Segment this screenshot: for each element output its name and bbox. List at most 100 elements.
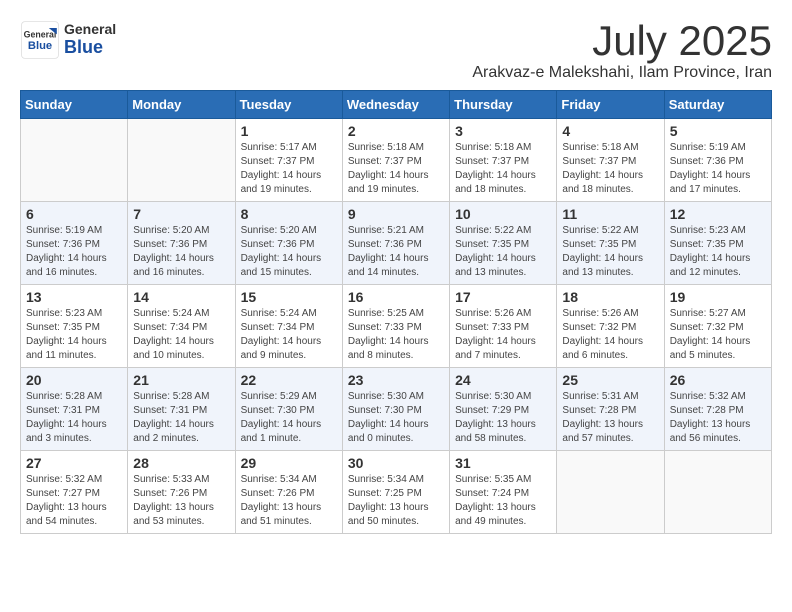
calendar-cell: 11Sunrise: 5:22 AM Sunset: 7:35 PM Dayli… <box>557 202 664 285</box>
day-info: Sunrise: 5:26 AM Sunset: 7:32 PM Dayligh… <box>562 307 658 363</box>
day-number: 8 <box>241 206 337 222</box>
calendar-cell: 10Sunrise: 5:22 AM Sunset: 7:35 PM Dayli… <box>450 202 557 285</box>
day-number: 20 <box>26 372 122 388</box>
calendar-cell: 13 Sunrise: 5:23 AM Sunset: 7:35 PM Dayli… <box>21 285 128 368</box>
calendar-cell: 26Sunrise: 5:32 AM Sunset: 7:28 PM Dayli… <box>664 368 771 451</box>
calendar-cell: 27 Sunrise: 5:32 AM Sunset: 7:27 PM Dayli… <box>21 451 128 534</box>
day-number: 12 <box>670 206 766 222</box>
title-block: July 2025 Arakvaz-e Malekshahi, Ilam Pro… <box>472 20 772 82</box>
calendar-cell: 23 Sunrise: 5:30 AM Sunset: 7:30 PM Dayli… <box>342 368 449 451</box>
calendar-cell: 2 Sunrise: 5:18 AM Sunset: 7:37 PM Daylig… <box>342 119 449 202</box>
day-info: Sunrise: 5:22 AM Sunset: 7:35 PM Dayligh… <box>455 224 551 280</box>
calendar-cell: 12Sunrise: 5:23 AM Sunset: 7:35 PM Dayli… <box>664 202 771 285</box>
calendar-cell: 1 Sunrise: 5:17 AM Sunset: 7:37 PM Daylig… <box>235 119 342 202</box>
calendar-cell: 25 Sunrise: 5:31 AM Sunset: 7:28 PM Dayli… <box>557 368 664 451</box>
calendar-cell: 30Sunrise: 5:34 AM Sunset: 7:25 PM Dayli… <box>342 451 449 534</box>
calendar-cell <box>664 451 771 534</box>
day-info: Sunrise: 5:34 AM Sunset: 7:26 PM Dayligh… <box>241 473 337 529</box>
day-info: Sunrise: 5:18 AM Sunset: 7:37 PM Dayligh… <box>455 141 551 197</box>
day-info: Sunrise: 5:19 AM Sunset: 7:36 PM Dayligh… <box>670 141 766 197</box>
column-header-wednesday: Wednesday <box>342 91 449 119</box>
day-info: Sunrise: 5:27 AM Sunset: 7:32 PM Dayligh… <box>670 307 766 363</box>
day-info: Sunrise: 5:17 AM Sunset: 7:37 PM Dayligh… <box>241 141 337 197</box>
calendar-cell <box>557 451 664 534</box>
calendar-week-row: 1 Sunrise: 5:17 AM Sunset: 7:37 PM Daylig… <box>21 119 772 202</box>
column-header-saturday: Saturday <box>664 91 771 119</box>
day-number: 25 <box>562 372 658 388</box>
calendar-cell: 3 Sunrise: 5:18 AM Sunset: 7:37 PM Daylig… <box>450 119 557 202</box>
svg-text:Blue: Blue <box>28 40 52 52</box>
day-info: Sunrise: 5:28 AM Sunset: 7:31 PM Dayligh… <box>133 390 229 446</box>
day-number: 17 <box>455 289 551 305</box>
day-info: Sunrise: 5:24 AM Sunset: 7:34 PM Dayligh… <box>133 307 229 363</box>
day-number: 3 <box>455 123 551 139</box>
day-number: 11 <box>562 206 658 222</box>
day-number: 7 <box>133 206 229 222</box>
page-header: General Blue General Blue July 2025 Arak… <box>20 20 772 82</box>
day-number: 19 <box>670 289 766 305</box>
day-info: Sunrise: 5:32 AM Sunset: 7:27 PM Dayligh… <box>26 473 122 529</box>
calendar-cell: 15Sunrise: 5:24 AM Sunset: 7:34 PM Dayli… <box>235 285 342 368</box>
calendar-cell: 18 Sunrise: 5:26 AM Sunset: 7:32 PM Dayli… <box>557 285 664 368</box>
day-info: Sunrise: 5:30 AM Sunset: 7:30 PM Dayligh… <box>348 390 444 446</box>
calendar-cell: 4Sunrise: 5:18 AM Sunset: 7:37 PM Daylig… <box>557 119 664 202</box>
day-info: Sunrise: 5:25 AM Sunset: 7:33 PM Dayligh… <box>348 307 444 363</box>
column-header-friday: Friday <box>557 91 664 119</box>
day-number: 13 <box>26 289 122 305</box>
day-info: Sunrise: 5:31 AM Sunset: 7:28 PM Dayligh… <box>562 390 658 446</box>
day-number: 26 <box>670 372 766 388</box>
day-number: 1 <box>241 123 337 139</box>
calendar-cell: 6Sunrise: 5:19 AM Sunset: 7:36 PM Daylig… <box>21 202 128 285</box>
calendar-cell <box>128 119 235 202</box>
calendar-cell: 9Sunrise: 5:21 AM Sunset: 7:36 PM Daylig… <box>342 202 449 285</box>
day-info: Sunrise: 5:18 AM Sunset: 7:37 PM Dayligh… <box>348 141 444 197</box>
calendar-cell <box>21 119 128 202</box>
day-info: Sunrise: 5:24 AM Sunset: 7:34 PM Dayligh… <box>241 307 337 363</box>
column-header-thursday: Thursday <box>450 91 557 119</box>
day-number: 22 <box>241 372 337 388</box>
column-header-monday: Monday <box>128 91 235 119</box>
day-number: 16 <box>348 289 444 305</box>
day-info: Sunrise: 5:28 AM Sunset: 7:31 PM Dayligh… <box>26 390 122 446</box>
calendar-week-row: 27 Sunrise: 5:32 AM Sunset: 7:27 PM Dayli… <box>21 451 772 534</box>
calendar-cell: 21Sunrise: 5:28 AM Sunset: 7:31 PM Dayli… <box>128 368 235 451</box>
day-info: Sunrise: 5:21 AM Sunset: 7:36 PM Dayligh… <box>348 224 444 280</box>
calendar-cell: 7 Sunrise: 5:20 AM Sunset: 7:36 PM Daylig… <box>128 202 235 285</box>
calendar: SundayMondayTuesdayWednesdayThursdayFrid… <box>20 90 772 534</box>
day-info: Sunrise: 5:23 AM Sunset: 7:35 PM Dayligh… <box>26 307 122 363</box>
calendar-cell: 31Sunrise: 5:35 AM Sunset: 7:24 PM Dayli… <box>450 451 557 534</box>
day-number: 24 <box>455 372 551 388</box>
day-number: 29 <box>241 455 337 471</box>
day-number: 2 <box>348 123 444 139</box>
day-number: 27 <box>26 455 122 471</box>
logo: General Blue General Blue <box>20 20 116 60</box>
day-info: Sunrise: 5:26 AM Sunset: 7:33 PM Dayligh… <box>455 307 551 363</box>
day-number: 30 <box>348 455 444 471</box>
calendar-cell: 17 Sunrise: 5:26 AM Sunset: 7:33 PM Dayli… <box>450 285 557 368</box>
column-header-tuesday: Tuesday <box>235 91 342 119</box>
calendar-cell: 16 Sunrise: 5:25 AM Sunset: 7:33 PM Dayli… <box>342 285 449 368</box>
month-title: July 2025 <box>472 20 772 62</box>
day-info: Sunrise: 5:20 AM Sunset: 7:36 PM Dayligh… <box>133 224 229 280</box>
day-number: 6 <box>26 206 122 222</box>
day-number: 18 <box>562 289 658 305</box>
calendar-week-row: 20 Sunrise: 5:28 AM Sunset: 7:31 PM Dayli… <box>21 368 772 451</box>
day-number: 28 <box>133 455 229 471</box>
calendar-cell: 14 Sunrise: 5:24 AM Sunset: 7:34 PM Dayli… <box>128 285 235 368</box>
calendar-cell: 19 Sunrise: 5:27 AM Sunset: 7:32 PM Dayli… <box>664 285 771 368</box>
day-info: Sunrise: 5:20 AM Sunset: 7:36 PM Dayligh… <box>241 224 337 280</box>
calendar-cell: 5 Sunrise: 5:19 AM Sunset: 7:36 PM Daylig… <box>664 119 771 202</box>
calendar-week-row: 13 Sunrise: 5:23 AM Sunset: 7:35 PM Dayli… <box>21 285 772 368</box>
svg-text:General: General <box>24 30 57 40</box>
day-number: 23 <box>348 372 444 388</box>
logo-icon: General Blue <box>20 20 60 60</box>
day-number: 5 <box>670 123 766 139</box>
day-number: 4 <box>562 123 658 139</box>
calendar-week-row: 6Sunrise: 5:19 AM Sunset: 7:36 PM Daylig… <box>21 202 772 285</box>
logo-general: General <box>64 22 116 37</box>
calendar-cell: 8 Sunrise: 5:20 AM Sunset: 7:36 PM Daylig… <box>235 202 342 285</box>
logo-text: General Blue <box>64 22 116 57</box>
calendar-cell: 29 Sunrise: 5:34 AM Sunset: 7:26 PM Dayli… <box>235 451 342 534</box>
day-number: 14 <box>133 289 229 305</box>
calendar-cell: 20 Sunrise: 5:28 AM Sunset: 7:31 PM Dayli… <box>21 368 128 451</box>
